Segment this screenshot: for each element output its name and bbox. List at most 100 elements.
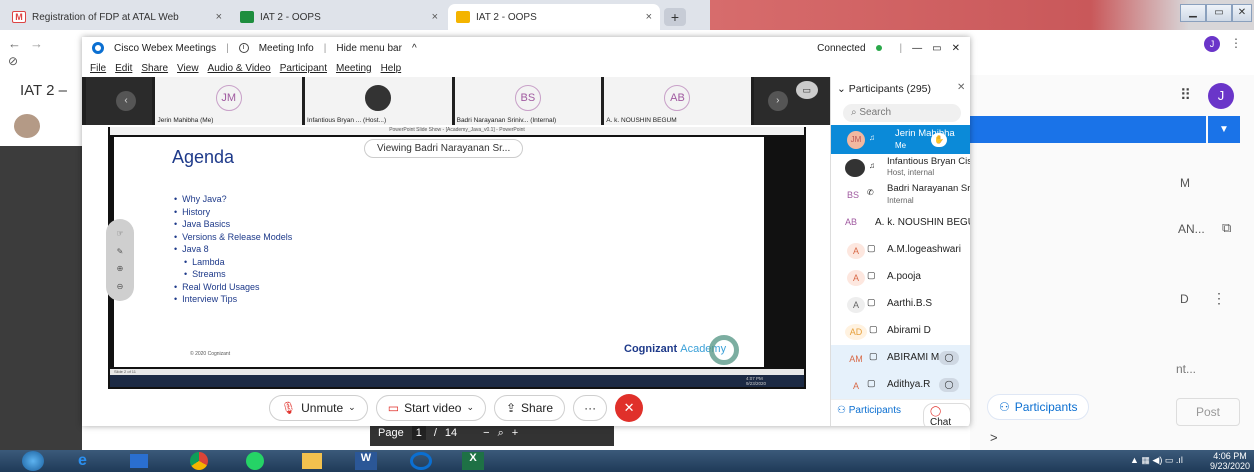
layout-icon[interactable]: ▭ [795,81,818,99]
participant-row[interactable]: A ▢ A.pooja [831,264,970,291]
menu-edit[interactable]: Edit [115,63,132,74]
participant-row[interactable]: ♫ Infantious Bryan Cisarrio I Host, inte… [831,154,970,181]
meeting-info-link[interactable]: Meeting Info [259,43,314,54]
chat-icon[interactable]: ◯ [939,351,959,365]
participant-row[interactable]: A ▢ A.M.logeashwari [831,237,970,264]
menu-participant[interactable]: Participant [280,63,327,74]
participant-row[interactable]: A ▢ Adithya.R ◯ [831,372,970,399]
maximize-button[interactable]: ▭ [1206,4,1232,22]
browser-tab-fdp[interactable]: M Registration of FDP at ATAL Web × [4,4,230,30]
primary-action-button[interactable] [970,116,1206,143]
close-icon[interactable]: × [216,11,222,23]
zoom-out-icon[interactable]: − [483,427,489,439]
profile-avatar[interactable]: J [1204,36,1220,52]
minimize-button[interactable]: ▁ [1180,4,1206,22]
zoom-in-icon[interactable]: ⊕ [117,264,124,273]
menu-share[interactable]: Share [141,63,168,74]
browser-tab-iat2[interactable]: IAT 2 - OOPS × [232,4,446,30]
maximize-icon[interactable]: ▭ [932,43,941,54]
unmute-button[interactable]: 🎙︎ Unmute ⌄ [268,394,368,421]
dropdown-button[interactable]: ▼ [1208,116,1240,143]
hide-menu-link[interactable]: Hide menu bar [336,43,402,54]
close-icon[interactable]: ✕ [952,43,960,54]
reload-icon[interactable]: ⊘ [8,54,18,68]
close-icon[interactable]: × [432,11,438,23]
participants-button[interactable]: ⚇ Participants [837,405,901,416]
word-icon[interactable]: W [355,452,377,470]
apps-grid-icon[interactable]: ⠿ [1180,86,1191,104]
zoom-icon[interactable]: ⌕ [498,427,504,440]
menu-audio-video[interactable]: Audio & Video [208,63,271,74]
chat-button[interactable]: ◯ Chat [923,403,970,426]
share-button[interactable]: ⇪ Share [493,394,566,421]
chevron-up-icon[interactable]: ^ [412,43,417,54]
video-thumb[interactable]: JM Jerin Mahibha (Me) [155,77,303,125]
classroom-icon [456,11,470,23]
forward-icon[interactable]: → [30,36,43,51]
media-icon[interactable] [130,454,148,468]
close-icon[interactable]: × [646,11,652,23]
chevron-down-icon[interactable]: ⌄ [348,402,356,413]
tray-icons: ▲ ▦ ◀) ▭ .ıl [1130,455,1183,465]
participant-row[interactable]: AB A. k. NOUSHIN BEGUM [831,210,970,237]
menu-view[interactable]: View [177,63,199,74]
participant-sub: Host, internal [887,168,935,177]
excel-icon[interactable]: X [462,452,484,470]
open-external-icon[interactable]: ⧉ [1222,220,1231,236]
leave-meeting-button[interactable]: ✕ [615,393,644,422]
bullet-item: • Interview Tips [174,294,238,304]
more-icon[interactable]: ⋮ [1212,290,1226,307]
whatsapp-icon[interactable] [246,452,264,470]
participant-row[interactable]: AM ▢ ABIRAMI M ◯ [831,345,970,372]
avatar: A [847,270,865,286]
hand-icon[interactable]: ☞ [116,229,123,238]
video-thumb[interactable]: BS Badri Narayanan Sriniv... (Internal) [454,77,602,125]
menu-help[interactable]: Help [381,63,402,74]
page-current[interactable]: 1 [411,426,426,440]
comment-input-text[interactable]: nt... [1176,362,1196,376]
new-tab-button[interactable]: + [664,8,686,26]
explorer-icon[interactable] [302,453,322,469]
chrome-icon[interactable] [190,452,208,470]
close-panel-icon[interactable]: ✕ [957,82,965,93]
browser-menu-icon[interactable]: ⋮ [1230,36,1242,50]
close-window-button[interactable]: ✕ [1232,4,1252,22]
start-button-icon[interactable] [22,451,44,471]
prev-arrow-icon[interactable]: ‹ [116,91,136,111]
next-arrow-icon[interactable]: › [767,91,788,111]
participant-row[interactable]: A ▢ Aarthi.B.S [831,291,970,318]
minimize-icon[interactable]: — [912,43,922,54]
back-icon[interactable]: ← [8,36,21,51]
menu-meeting[interactable]: Meeting [336,63,372,74]
start-video-button[interactable]: ▭ Start video ⌄ [375,394,486,421]
zoom-out-icon[interactable]: ⊖ [117,282,124,291]
thumb-name: Infantious Bryan ... (Host...) [307,117,387,124]
chat-icon[interactable]: ◯ [939,378,959,392]
video-thumb[interactable]: AB A. k. NOUSHIN BEGUM [604,77,751,125]
video-thumb[interactable]: Infantious Bryan ... (Host...) [305,77,452,125]
user-avatar[interactable]: J [1208,83,1234,109]
chevron-down-icon[interactable]: ⌄ [466,402,474,413]
more-options-button[interactable]: ··· [573,394,608,421]
chevron-down-icon[interactable]: ⌄ [837,83,846,95]
participants-button[interactable]: ⚇ Participants [987,394,1090,420]
participants-search[interactable]: ⌕ Search [843,104,961,122]
post-button[interactable]: Post [1176,398,1240,426]
classroom-icon [240,11,254,23]
pen-icon[interactable]: ✎ [117,247,124,256]
annotation-toolbar: ☞ ✎ ⊕ ⊖ [106,219,134,301]
zoom-in-icon[interactable]: + [512,427,518,439]
ie-icon[interactable]: e [78,452,87,470]
avatar [14,114,40,138]
participant-row[interactable]: AD ▢ Abirami D [831,318,970,345]
browser-tab-iat2-active[interactable]: IAT 2 - OOPS × [448,4,660,30]
participant-row-self[interactable]: JM ♫ Jerin Mahibha Me ✋ [831,125,970,154]
participant-row[interactable]: BS ✆ Badri Narayanan Srinivasan Internal [831,182,970,210]
menu-file[interactable]: File [90,63,106,74]
webex-taskbar-icon[interactable] [410,452,432,470]
webex-logo-icon [92,42,104,54]
bullet-item: • History [174,206,211,217]
raise-hand-icon[interactable]: ✋ [931,133,947,147]
chevron-right-icon[interactable]: > [990,430,998,445]
computer-icon: ▢ [867,243,876,253]
